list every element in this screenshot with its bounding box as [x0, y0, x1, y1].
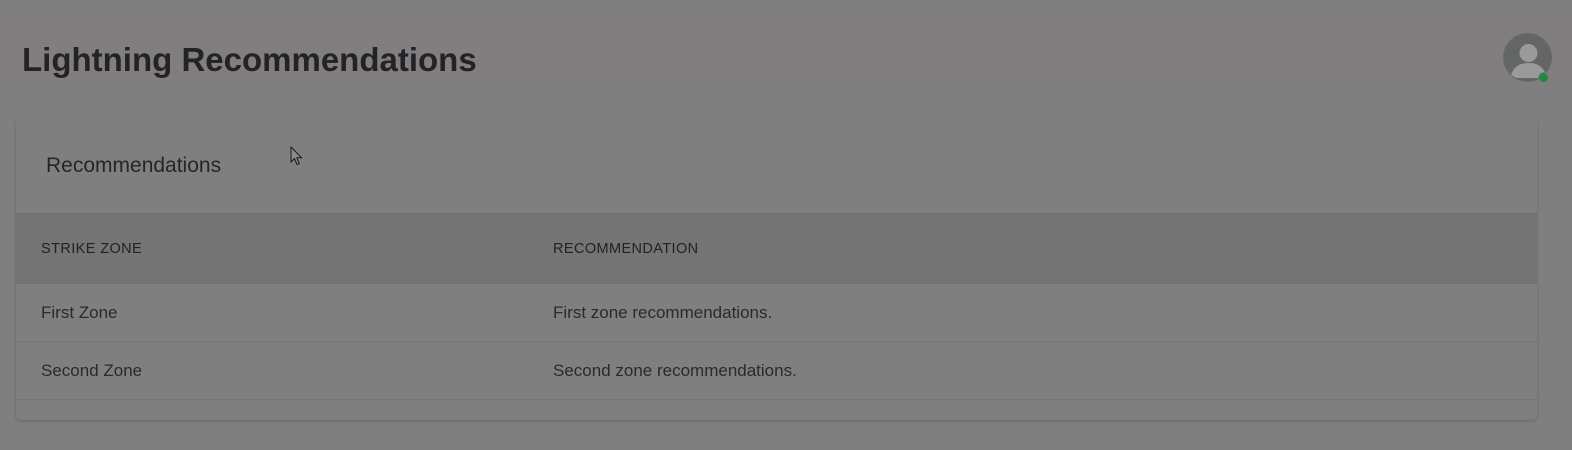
page-title: Lightning Recommendations	[22, 41, 477, 78]
page: Lightning Recommendations Recommendation…	[0, 0, 1572, 450]
online-status-dot	[1538, 72, 1549, 83]
mouse-cursor-icon	[290, 146, 303, 166]
card-title: Recommendations	[46, 154, 222, 177]
cell-recommendation: Second zone recommendations.	[553, 341, 1537, 400]
recommendations-table: STRIKE ZONE RECOMMENDATION First Zone Fi…	[16, 214, 1537, 400]
table-row[interactable]: First Zone First zone recommendations.	[16, 283, 1537, 342]
cell-strike-zone: Second Zone	[16, 341, 553, 400]
recommendations-card: Recommendations STRIKE ZONE RECOMMENDATI…	[16, 118, 1537, 420]
table-row[interactable]: Second Zone Second zone recommendations.	[16, 341, 1537, 400]
card-header: Recommendations	[16, 118, 1537, 214]
cell-strike-zone: First Zone	[16, 283, 553, 342]
cell-recommendation: First zone recommendations.	[553, 283, 1537, 342]
column-header-strike-zone[interactable]: STRIKE ZONE	[16, 214, 553, 284]
table-header-row: STRIKE ZONE RECOMMENDATION	[16, 214, 1537, 284]
column-header-recommendation[interactable]: RECOMMENDATION	[553, 214, 1537, 284]
